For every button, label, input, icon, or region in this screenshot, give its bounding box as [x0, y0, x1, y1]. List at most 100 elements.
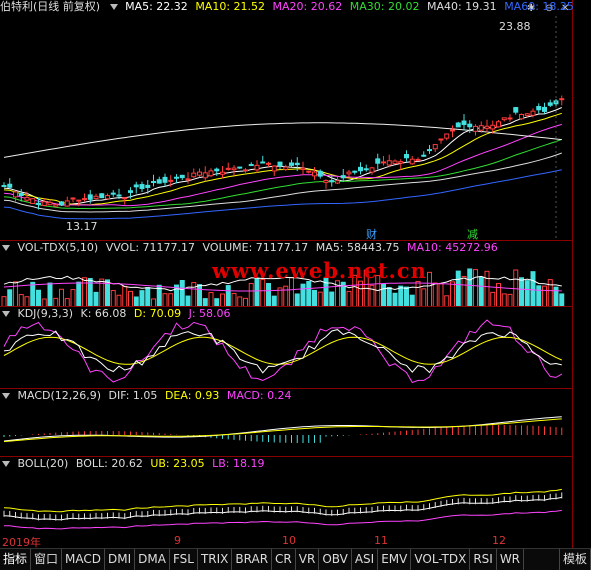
tab-emv[interactable]: EMV	[378, 549, 412, 570]
candle-body	[145, 184, 151, 188]
candle-body	[168, 179, 174, 182]
tab-asi[interactable]: ASI	[352, 549, 379, 570]
vvol-label: VVOL: 71177.17	[105, 241, 196, 254]
candle-body	[306, 170, 312, 173]
tab-macd[interactable]: MACD	[62, 549, 106, 570]
candle-body	[375, 158, 381, 164]
date-label: 12	[492, 534, 506, 547]
candle-body	[214, 168, 220, 172]
volume-bar	[329, 291, 335, 307]
ma60-label: MA60: 18.25	[504, 0, 574, 13]
tab-dma[interactable]: DMA	[135, 549, 170, 570]
tab-vr[interactable]: VR	[296, 549, 320, 570]
macd-panel[interactable]: MACD(12,26,9) DIF: 1.05 DEA: 0.93 MACD: …	[0, 388, 572, 456]
dropdown-icon[interactable]	[2, 461, 10, 467]
ma20-label: MA20: 20.62	[272, 0, 343, 13]
kdj-d-line	[3, 336, 563, 365]
candle-body	[421, 154, 427, 157]
price-chart[interactable]	[0, 0, 572, 240]
tab-wr[interactable]: WR	[497, 549, 525, 570]
candle-body	[162, 176, 168, 183]
candle-body	[105, 195, 110, 200]
kdj-j-line	[3, 319, 563, 384]
candle-body	[248, 164, 254, 167]
date-label: 9	[174, 534, 181, 547]
dropdown-icon[interactable]	[109, 4, 118, 10]
candle-body	[346, 171, 352, 175]
kdj-k-label: K: 66.08	[80, 307, 127, 320]
candle-body	[352, 170, 358, 173]
ma30-line	[3, 138, 562, 210]
candle-body	[501, 117, 507, 121]
volume-bar	[162, 293, 168, 307]
candle-body	[82, 198, 87, 201]
candle-body	[93, 195, 99, 200]
candle-body	[122, 197, 128, 200]
dropdown-icon[interactable]	[2, 311, 10, 317]
candle-body	[151, 181, 156, 184]
dropdown-icon[interactable]	[2, 393, 10, 399]
price-panel[interactable]: 伯特利(日线 前复权) MA5: 22.32 MA10: 21.52 MA20:…	[0, 0, 574, 241]
volume-bar	[47, 282, 53, 307]
tab-indicator[interactable]: 指标	[0, 549, 32, 570]
candle-body	[484, 125, 490, 129]
tab-cr[interactable]: CR	[272, 549, 296, 570]
tab-window[interactable]: 窗口	[31, 549, 63, 570]
boll-panel[interactable]: BOLL(20) BOLL: 20.62 UB: 23.05 LB: 18.19	[0, 456, 572, 534]
tab-vol-tdx[interactable]: VOL-TDX	[411, 549, 471, 570]
tab-dmi[interactable]: DMI	[105, 549, 136, 570]
candle-body	[323, 180, 329, 183]
candle-body	[317, 170, 323, 177]
candle-body	[369, 167, 375, 173]
candle-body	[294, 162, 300, 166]
candle-body	[455, 122, 461, 128]
vol-ma5-label: MA5: 58443.75	[315, 241, 400, 254]
candle-body	[260, 161, 266, 164]
ma10-line	[3, 112, 562, 206]
date-axis: 2019年 9 10 11 12	[0, 534, 572, 549]
date-label: 11	[374, 534, 388, 547]
volume-bar	[82, 277, 87, 307]
candle-body	[381, 161, 386, 164]
tab-template[interactable]: 模板	[558, 549, 591, 570]
candle-body	[220, 171, 225, 175]
boll-ub-label: UB: 23.05	[150, 457, 205, 470]
volume-bar	[93, 291, 99, 307]
kdj-j-label: J: 58.06	[188, 307, 231, 320]
kdj-panel[interactable]: KDJ(9,3,3) K: 66.08 D: 70.09 J: 58.06	[0, 306, 572, 388]
volume-bar	[490, 291, 496, 307]
ma20-line	[3, 123, 562, 207]
candle-body	[208, 170, 214, 177]
candle-body	[409, 158, 415, 165]
candle-body	[266, 162, 271, 165]
candle-body	[340, 175, 346, 179]
dropdown-icon[interactable]	[2, 245, 10, 251]
candle-body	[99, 193, 105, 199]
tab-brar[interactable]: BRAR	[232, 549, 273, 570]
candle-body	[116, 194, 122, 197]
volume-bar	[542, 285, 547, 307]
candle-body	[386, 160, 392, 166]
candle-body	[225, 167, 231, 170]
volume-bar	[346, 290, 352, 307]
candle-body	[329, 180, 335, 183]
volume-bar	[139, 290, 145, 307]
volume-bar	[386, 287, 392, 307]
ma10-label: MA10: 21.52	[195, 0, 266, 13]
volume-bar	[231, 292, 237, 307]
tab-obv[interactable]: OBV	[319, 549, 352, 570]
candle-body	[398, 161, 404, 164]
tab-fsl[interactable]: FSL	[170, 549, 198, 570]
volume-bar	[427, 271, 432, 307]
candle-body	[231, 167, 237, 171]
volume-bar	[467, 268, 473, 307]
volume-bar	[7, 289, 13, 307]
watermark: www.eweb.net.cn	[212, 258, 427, 283]
tab-rsi[interactable]: RSI	[470, 549, 497, 570]
macd-dif-label: DIF: 1.05	[108, 389, 158, 402]
tab-trix[interactable]: TRIX	[198, 549, 233, 570]
candle-body	[507, 117, 513, 120]
low-price-label: 13.17	[66, 220, 98, 233]
candle-body	[13, 191, 18, 198]
volume-bar	[105, 279, 110, 307]
